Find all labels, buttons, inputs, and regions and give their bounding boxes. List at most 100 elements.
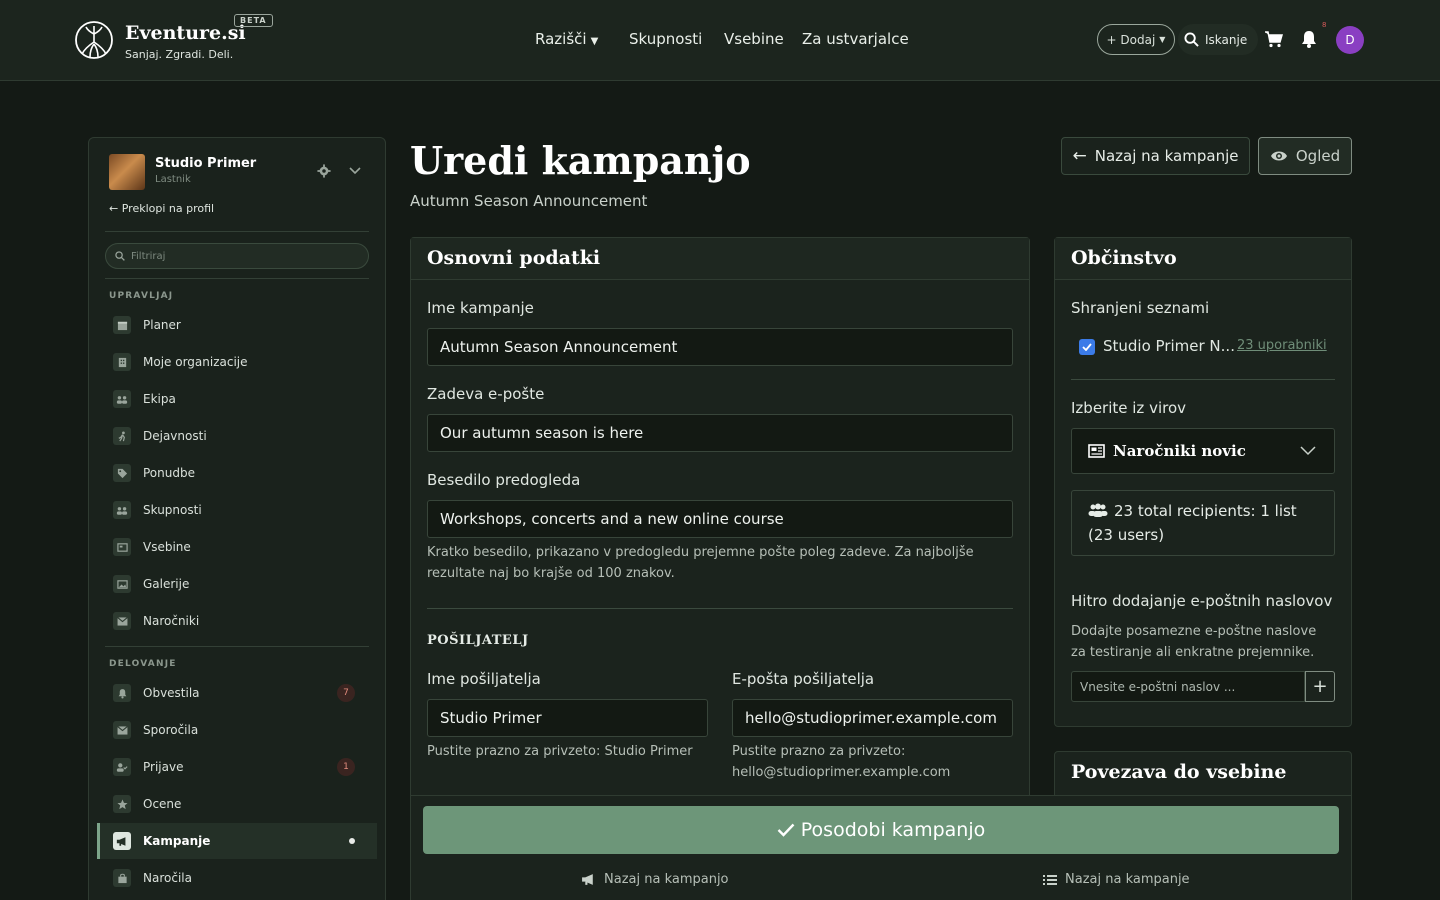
basic-info-panel: Osnovni podatki Ime kampanje Autumn Seas…: [410, 237, 1030, 837]
preview-button-label: Ogled: [1295, 147, 1341, 165]
team-icon: [113, 390, 131, 408]
user-check-icon: [113, 758, 131, 776]
recipients-summary-text: 23 total recipients: 1 list (23 users): [1088, 502, 1297, 544]
eye-icon: [1270, 151, 1287, 161]
megaphone-icon: [113, 832, 131, 850]
sidebar-item-my-organizations[interactable]: Moje organizacije: [97, 344, 377, 380]
quick-add-help: Dodajte posamezne e-poštne naslove za te…: [1071, 624, 1317, 660]
sidebar-item-activities[interactable]: Dejavnosti: [97, 418, 377, 454]
sidebar: Studio Primer Lastnik ← Preklopi na prof…: [88, 137, 386, 900]
notification-count: 8: [1322, 21, 1327, 29]
bag-icon: [113, 869, 131, 887]
sidebar-item-reviews[interactable]: Ocene: [97, 786, 377, 822]
saved-list-checkbox[interactable]: [1079, 339, 1095, 355]
preview-text-label: Besedilo predogleda: [427, 471, 581, 489]
search-icon: [115, 251, 125, 261]
star-icon: [113, 795, 131, 813]
users-icon: [1088, 503, 1108, 517]
sender-email-label: E-pošta pošiljatelja: [732, 670, 875, 688]
sidebar-item-communities[interactable]: Skupnosti: [97, 492, 377, 528]
add-email-button[interactable]: +: [1305, 671, 1335, 702]
back-to-campaign-link[interactable]: Nazaj na kampanjo: [581, 872, 729, 887]
sidebar-item-content[interactable]: Vsebine: [97, 529, 377, 565]
back-to-campaign-label: Nazaj na kampanjo: [604, 872, 729, 887]
saved-list-users-link[interactable]: 23 uporabniki: [1237, 338, 1327, 353]
add-button-label: + Dodaj: [1106, 32, 1156, 47]
campaign-name-input[interactable]: Autumn Season Announcement: [427, 328, 1013, 366]
preview-text-input[interactable]: Workshops, concerts and a new online cou…: [427, 500, 1013, 538]
update-campaign-button[interactable]: Posodobi kampanjo: [423, 806, 1339, 854]
add-button[interactable]: + Dodaj ▼: [1097, 24, 1175, 55]
nav-explore-label: Razišči: [535, 30, 587, 48]
caret-down-icon: ▼: [1159, 35, 1166, 44]
arrow-left-icon: ←: [1072, 146, 1087, 166]
registrations-count-badge: 1: [337, 758, 355, 776]
email-subject-input[interactable]: Our autumn season is here: [427, 414, 1013, 452]
nav-for-creators[interactable]: Za ustvarjalce: [802, 30, 909, 48]
bell-icon: [113, 684, 131, 702]
recipients-summary: 23 total recipients: 1 list (23 users): [1071, 490, 1335, 556]
sender-name-input[interactable]: Studio Primer: [427, 699, 708, 737]
filter-input[interactable]: Filtriraj: [105, 243, 369, 269]
page-subtitle: Autumn Season Announcement: [410, 192, 648, 210]
cart-icon[interactable]: [1264, 29, 1284, 49]
sidebar-item-registrations[interactable]: Prijave 1: [97, 749, 377, 785]
email-address-input[interactable]: Vnesite e-poštni naslov ...: [1071, 671, 1305, 702]
sidebar-item-offers[interactable]: Ponudbe: [97, 455, 377, 491]
sender-email-help: Pustite prazno za privzeto: hello@studio…: [732, 744, 951, 780]
arrow-left-icon: ←: [109, 202, 119, 215]
preview-button[interactable]: Ogled: [1258, 137, 1352, 175]
saved-list-name: Studio Primer N...: [1103, 337, 1235, 355]
back-to-campaigns-link[interactable]: Nazaj na kampanje: [1043, 872, 1190, 887]
sidebar-item-label: Naročniki: [143, 614, 200, 628]
sender-email-input[interactable]: hello@studioprimer.example.com: [732, 699, 1013, 737]
sidebar-item-planner[interactable]: Planer: [97, 307, 377, 343]
sidebar-item-orders[interactable]: Naročila: [97, 860, 377, 896]
sidebar-item-team[interactable]: Ekipa: [97, 381, 377, 417]
envelope-icon: [113, 612, 131, 630]
filter-placeholder: Filtriraj: [131, 250, 166, 262]
sidebar-item-label: Naročila: [143, 871, 192, 885]
nav-content[interactable]: Vsebine: [724, 30, 784, 48]
user-avatar[interactable]: D: [1336, 26, 1364, 54]
sidebar-item-label: Dejavnosti: [143, 429, 207, 443]
email-subject-label: Zadeva e-pošte: [427, 385, 545, 403]
sidebar-item-label: Obvestila: [143, 686, 200, 700]
sidebar-item-messages[interactable]: Sporočila: [97, 712, 377, 748]
source-select[interactable]: Naročniki novic: [1071, 428, 1335, 474]
nav-explore[interactable]: Razišči ▼: [535, 30, 598, 48]
sidebar-item-campaigns[interactable]: Kampanje: [97, 823, 377, 859]
sidebar-item-label: Skupnosti: [143, 503, 202, 517]
images-icon: [113, 575, 131, 593]
notification-count-badge: 7: [337, 684, 355, 702]
back-to-campaigns-button[interactable]: ← Nazaj na kampanje: [1061, 137, 1250, 175]
chevron-down-icon: [1300, 446, 1316, 456]
sticky-action-bar: Posodobi kampanjo Nazaj na kampanjo Naza…: [410, 795, 1352, 900]
tag-icon: [113, 464, 131, 482]
sidebar-item-label: Sporočila: [143, 723, 199, 737]
sidebar-item-label: Moje organizacije: [143, 355, 248, 369]
tree-logo-icon[interactable]: [74, 20, 114, 60]
sidebar-item-galleries[interactable]: Galerije: [97, 566, 377, 602]
switch-to-profile-link[interactable]: ← Preklopi na profil: [109, 202, 214, 215]
brand-name[interactable]: Eventure.si: [125, 22, 246, 44]
organization-name[interactable]: Studio Primer: [155, 156, 256, 171]
calendar-icon: [113, 316, 131, 334]
bell-icon[interactable]: [1299, 29, 1319, 49]
gear-icon[interactable]: [317, 164, 331, 178]
organization-thumbnail: [109, 154, 145, 190]
chevron-down-icon[interactable]: [349, 166, 361, 176]
divider: [427, 608, 1013, 609]
sidebar-item-label: Galerije: [143, 577, 190, 591]
check-icon: [777, 823, 795, 837]
sidebar-item-label: Vsebine: [143, 540, 191, 554]
sidebar-item-notifications[interactable]: Obvestila 7: [97, 675, 377, 711]
saved-lists-label: Shranjeni seznami: [1071, 299, 1210, 317]
sidebar-item-label: Kampanje: [143, 834, 211, 848]
chevron-down-icon: ▼: [590, 36, 599, 47]
sidebar-item-subscribers[interactable]: Naročniki: [97, 603, 377, 639]
search-icon: [1184, 32, 1199, 47]
nav-communities[interactable]: Skupnosti: [629, 30, 702, 48]
search-button[interactable]: Iskanje: [1178, 24, 1258, 55]
panel-title: Osnovni podatki: [427, 247, 601, 269]
